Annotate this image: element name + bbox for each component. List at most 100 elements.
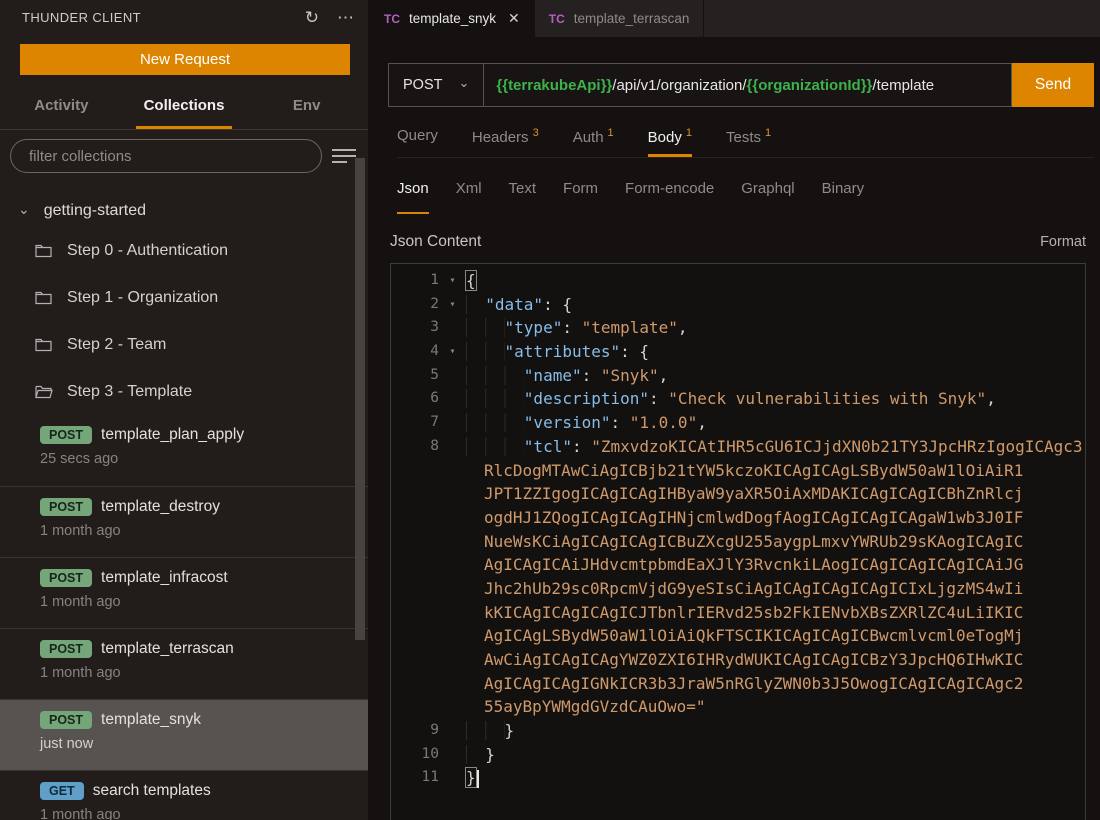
request-item[interactable]: POSTtemplate_plan_apply25 secs ago [0,415,368,486]
format-button[interactable]: Format [1040,234,1086,250]
line-gutter: 7 [391,411,466,435]
code-token: } [505,721,515,740]
code-row: 9 } [391,719,1085,743]
folder-label: Step 3 - Template [67,383,192,401]
line-number [391,695,439,719]
body-tab-form-encode[interactable]: Form-encode [625,180,714,210]
method-dropdown[interactable]: POST ⌄ [389,64,483,106]
fold-icon [439,482,466,506]
code-token: : [611,413,630,432]
code-row: 5 "name": "Snyk", [391,364,1085,388]
editor-tab-template_snyk[interactable]: TCtemplate_snyk✕ [370,0,535,37]
folder-item[interactable]: Step 3 - Template [0,368,368,415]
fold-icon [439,530,466,554]
code-token [466,745,485,764]
body-tab-binary[interactable]: Binary [822,180,865,210]
request-time: 1 month ago [40,523,368,539]
code-token: : [572,437,591,456]
line-number [391,553,439,577]
new-request-button[interactable]: New Request [20,44,350,75]
editor-tab-template_terrascan[interactable]: TCtemplate_terrascan [535,0,705,37]
code-token: "Check vulnerabilities with Snyk" [668,389,986,408]
fold-icon[interactable]: ▾ [439,269,466,293]
folder-item[interactable]: Step 1 - Organization [0,274,368,321]
code-row: NueWsKCiAgICAgICAgICBuZXcgU255aygpLmxvYW… [391,530,1085,554]
folder-item[interactable]: Step 2 - Team [0,321,368,368]
line-gutter: 10 [391,743,466,767]
fold-icon [439,577,466,601]
chevron-down-icon: ⌄ [18,201,30,218]
request-item[interactable]: POSTtemplate_snykjust now [0,699,368,770]
code-row: 7 "version": "1.0.0", [391,411,1085,435]
code-row: 55ayBpYWMgdGVzdCAuOwo=" [391,695,1085,719]
url-input[interactable]: {{terrakubeApi}}/api/v1/organization/{{o… [484,77,1011,94]
line-gutter: 1▾ [391,269,466,293]
more-actions-icon[interactable]: ⋯ [337,9,354,26]
line-number [391,482,439,506]
line-number: 5 [391,364,439,388]
filter-collections-input[interactable] [10,139,322,173]
request-name: template_infracost [101,569,228,587]
request-item[interactable]: POSTtemplate_destroy 1 month ago [0,486,368,557]
refresh-icon[interactable]: ↻ [305,9,319,26]
editor-tabstrip: TCtemplate_snyk✕TCtemplate_terrascan [370,0,1100,37]
code-token: "description" [524,389,649,408]
code-token: "type" [505,318,563,337]
code-lines: 1▾{2▾ "data": {3 "type": "template",4▾ "… [391,264,1085,790]
fold-icon [439,411,466,435]
json-body-editor[interactable]: 1▾{2▾ "data": {3 "type": "template",4▾ "… [390,263,1086,820]
fold-icon[interactable]: ▾ [439,340,466,364]
close-tab-icon[interactable]: ✕ [508,10,520,27]
collection-name: getting-started [44,202,146,220]
tab-count-badge: 3 [533,127,539,139]
code-token: } [466,768,476,787]
body-tab-xml[interactable]: Xml [456,180,482,210]
body-tab-graphql[interactable]: Graphql [741,180,794,210]
url-segment-variable: {{organizationId}} [747,77,873,94]
line-number: 4 [391,340,439,364]
fold-icon[interactable]: ▾ [439,293,466,317]
request-tab-body[interactable]: Body1 [648,125,692,157]
request-tab-query[interactable]: Query [397,125,438,157]
request-tab-tests[interactable]: Tests1 [726,125,771,157]
folder-item[interactable]: Step 0 - Authentication [0,227,368,274]
request-name: template_terrascan [101,640,234,658]
collections-tree: ⌄ getting-started Step 0 - Authenticatio… [0,195,368,820]
body-tab-text[interactable]: Text [509,180,537,210]
request-line: POSTtemplate_destroy [40,498,368,516]
fold-icon [439,672,466,696]
fold-icon [439,387,466,411]
request-tab-auth[interactable]: Auth1 [573,125,614,157]
code-row: 10 } [391,743,1085,767]
main-panel: TCtemplate_snyk✕TCtemplate_terrascan POS… [370,0,1100,820]
sidebar-tab-env[interactable]: Env [245,89,368,129]
line-number [391,601,439,625]
request-tabs: Query Headers3 Auth1 Body1 Tests1 [397,125,1094,158]
body-tab-form[interactable]: Form [563,180,598,210]
tab-count-badge: 1 [608,127,614,139]
code-tokens: "description": "Check vulnerabilities wi… [466,387,996,411]
line-gutter [391,482,466,506]
send-button[interactable]: Send [1012,63,1094,107]
request-item[interactable]: POSTtemplate_infracost1 month ago [0,557,368,628]
sidebar-tab-activity[interactable]: Activity [0,89,123,129]
code-tokens: AgICAgICAiJHdvcmtpbmdEaXJlY3RvcnkiLAogIC… [466,553,1023,577]
url-segment: /template [872,77,934,94]
request-item[interactable]: GETsearch templates1 month ago [0,770,368,820]
body-tab-json[interactable]: Json [397,180,429,210]
code-row: 3 "type": "template", [391,316,1085,340]
request-tab-headers[interactable]: Headers3 [472,125,539,157]
line-number: 8 [391,435,439,459]
tab-count-badge: 1 [765,127,771,139]
line-number: 7 [391,411,439,435]
request-name: template_plan_apply [101,426,244,444]
collection-getting-started[interactable]: ⌄ getting-started [0,195,368,227]
sidebar-tab-collections[interactable]: Collections [123,89,246,129]
folder-label: Step 0 - Authentication [67,242,228,260]
sidebar-scrollbar[interactable] [355,158,365,640]
code-row: 11} [391,766,1085,790]
line-gutter [391,601,466,625]
line-gutter [391,624,466,648]
code-token: kKICAgICAgICAgICJTbnlrIERvd25sb2FkIENvbX… [484,603,1023,622]
request-item[interactable]: POSTtemplate_terrascan1 month ago [0,628,368,699]
